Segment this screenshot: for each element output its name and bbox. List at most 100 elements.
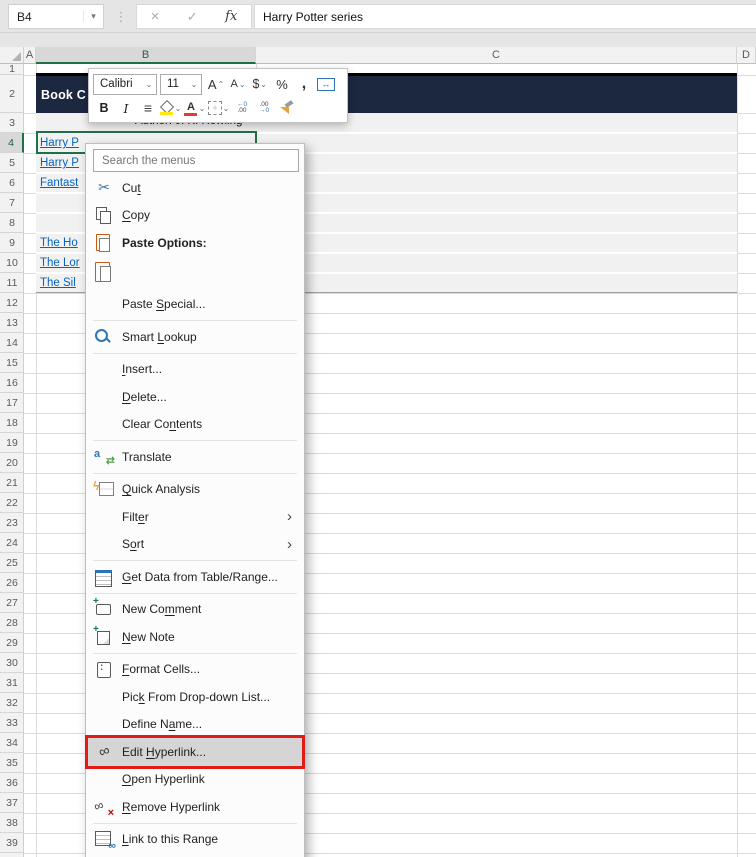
decrease-font-button[interactable]: A⌄ <box>228 73 248 95</box>
comma-style-button[interactable]: , <box>294 73 314 95</box>
menu-item-filter[interactable]: Filter› <box>86 503 304 531</box>
menu-item-clear-contents[interactable]: Clear Contents <box>86 411 304 439</box>
name-box-value: B4 <box>9 10 83 24</box>
menu-item-smart-lookup[interactable]: Smart Lookup <box>86 323 304 351</box>
cancel-icon[interactable]: × <box>151 8 160 25</box>
increase-decimal-button[interactable]: ←0.00 <box>232 97 252 119</box>
font-name-value: Calibri <box>100 78 133 90</box>
menu-separator <box>93 593 297 594</box>
row-header-28[interactable]: 28 <box>0 613 24 633</box>
row-header-35[interactable]: 35 <box>0 753 24 773</box>
menu-item-cut[interactable]: Cut <box>86 174 304 202</box>
menu-item-new-note[interactable]: New Note <box>86 623 304 651</box>
row-header-8[interactable]: 8 <box>0 213 24 233</box>
row-header-7[interactable]: 7 <box>0 193 24 213</box>
row-header-6[interactable]: 6 <box>0 173 24 193</box>
menu-item-pick-from-drop-down-list[interactable]: Pick From Drop-down List... <box>86 683 304 711</box>
row-header-10[interactable]: 10 <box>0 253 24 273</box>
column-header-a[interactable]: A <box>24 47 36 64</box>
row-header-1[interactable]: 1 <box>0 64 24 75</box>
insert-function-icon[interactable]: fx <box>225 9 237 24</box>
select-all-button[interactable] <box>0 47 24 64</box>
row-header-2[interactable]: 2 <box>0 75 24 113</box>
autofit-width-button[interactable]: ↔ <box>316 73 336 95</box>
row-header-26[interactable]: 26 <box>0 573 24 593</box>
row-header-31[interactable]: 31 <box>0 673 24 693</box>
row-header-4[interactable]: 4 <box>0 133 24 153</box>
cell-hyperlink-b11[interactable]: The Sil <box>40 273 76 293</box>
menu-item-paste-special[interactable]: Paste Special... <box>86 291 304 319</box>
menu-item-format-cells[interactable]: Format Cells... <box>86 656 304 684</box>
row-header-38[interactable]: 38 <box>0 813 24 833</box>
formula-bar-drag-handle-icon[interactable]: ⋮ <box>114 4 128 29</box>
borders-button[interactable]: +⌄ <box>208 97 230 119</box>
menu-item-define-name[interactable]: Define Name... <box>86 711 304 739</box>
font-color-button[interactable]: A⌄ <box>184 97 206 119</box>
row-header-11[interactable]: 11 <box>0 273 24 293</box>
row-header-32[interactable]: 32 <box>0 693 24 713</box>
bold-button[interactable]: B <box>94 97 114 119</box>
enter-icon[interactable]: ✓ <box>187 9 198 25</box>
menu-item-sort[interactable]: Sort› <box>86 531 304 559</box>
percent-style-button[interactable]: % <box>272 73 292 95</box>
row-header-20[interactable]: 20 <box>0 453 24 473</box>
menu-item-copy[interactable]: Copy <box>86 202 304 230</box>
row-header-3[interactable]: 3 <box>0 113 24 133</box>
menu-item-new-comment[interactable]: New Comment <box>86 596 304 624</box>
cell-hyperlink-b5[interactable]: Harry P <box>40 153 79 173</box>
row-header-37[interactable]: 37 <box>0 793 24 813</box>
menu-item-remove-hyperlink[interactable]: Remove Hyperlink <box>86 793 304 821</box>
cell-hyperlink-b6[interactable]: Fantast <box>40 173 78 193</box>
font-size-combo[interactable]: 11 ⌄ <box>160 74 202 95</box>
row-header-23[interactable]: 23 <box>0 513 24 533</box>
row-header-19[interactable]: 19 <box>0 433 24 453</box>
decrease-decimal-button[interactable]: .00→0 <box>254 97 274 119</box>
increase-font-button[interactable]: A⌃ <box>206 73 226 95</box>
row-header-5[interactable]: 5 <box>0 153 24 173</box>
row-header-18[interactable]: 18 <box>0 413 24 433</box>
row-header-13[interactable]: 13 <box>0 313 24 333</box>
row-header-17[interactable]: 17 <box>0 393 24 413</box>
menu-item-open-hyperlink[interactable]: Open Hyperlink <box>86 766 304 794</box>
fill-color-button[interactable]: ⌄ <box>160 97 182 119</box>
row-header-30[interactable]: 30 <box>0 653 24 673</box>
row-header-24[interactable]: 24 <box>0 533 24 553</box>
row-header-36[interactable]: 36 <box>0 773 24 793</box>
cell-hyperlink-b10[interactable]: The Lor <box>40 253 80 273</box>
font-name-combo[interactable]: Calibri ⌄ <box>93 74 157 95</box>
column-header-d[interactable]: D <box>737 47 756 64</box>
row-header-39[interactable]: 39 <box>0 833 24 853</box>
accounting-format-button[interactable]: $⌄ <box>250 73 270 95</box>
column-header-b[interactable]: B <box>36 47 256 64</box>
row-header-29[interactable]: 29 <box>0 633 24 653</box>
row-header-14[interactable]: 14 <box>0 333 24 353</box>
italic-button[interactable]: I <box>116 97 136 119</box>
menu-item-link-to-this-range[interactable]: Link to this Range <box>86 826 304 854</box>
menu-item-paste[interactable] <box>86 257 304 291</box>
menu-item-edit-hyperlink[interactable]: Edit Hyperlink... <box>86 738 304 766</box>
row-header-12[interactable]: 12 <box>0 293 24 313</box>
row-header-34[interactable]: 34 <box>0 733 24 753</box>
name-box[interactable]: B4 ▾ <box>8 4 104 29</box>
menu-search-input[interactable] <box>93 149 299 172</box>
formula-input[interactable] <box>255 5 756 28</box>
name-box-caret-icon[interactable]: ▾ <box>83 11 103 22</box>
row-header-27[interactable]: 27 <box>0 593 24 613</box>
column-header-c[interactable]: C <box>256 47 737 64</box>
menu-item-translate[interactable]: Translate <box>86 443 304 471</box>
row-header-9[interactable]: 9 <box>0 233 24 253</box>
row-header-15[interactable]: 15 <box>0 353 24 373</box>
menu-item-get-data-from-table-range[interactable]: Get Data from Table/Range... <box>86 563 304 591</box>
row-header-22[interactable]: 22 <box>0 493 24 513</box>
format-painter-button[interactable] <box>276 97 296 119</box>
menu-item-delete[interactable]: Delete... <box>86 383 304 411</box>
row-header-21[interactable]: 21 <box>0 473 24 493</box>
cell-hyperlink-b9[interactable]: The Ho <box>40 233 78 253</box>
row-header-16[interactable]: 16 <box>0 373 24 393</box>
mini-toolbar: Calibri ⌄ 11 ⌄ A⌃ A⌄ $⌄ % , ↔ B I ≡ ⌄ A⌄… <box>88 68 348 123</box>
menu-item-quick-analysis[interactable]: Quick Analysis <box>86 476 304 504</box>
menu-item-insert[interactable]: Insert... <box>86 356 304 384</box>
row-header-33[interactable]: 33 <box>0 713 24 733</box>
align-lines-button[interactable]: ≡ <box>138 97 158 119</box>
row-header-25[interactable]: 25 <box>0 553 24 573</box>
